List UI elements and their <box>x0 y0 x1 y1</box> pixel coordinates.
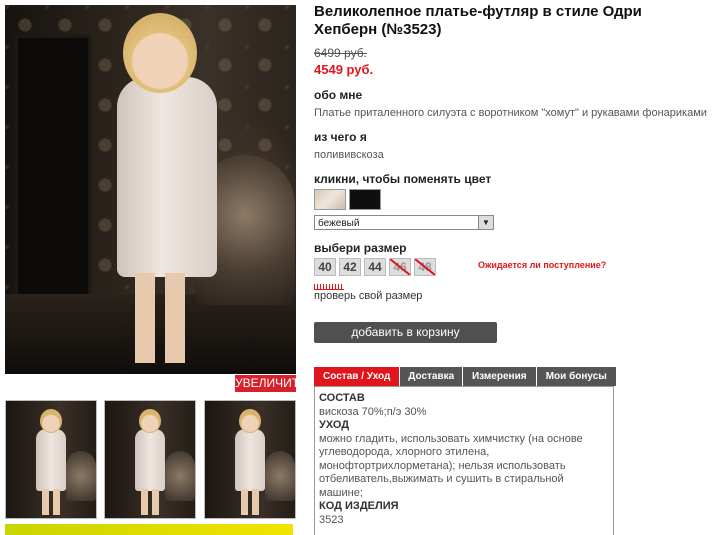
size-heading: выбери размер <box>314 241 407 255</box>
add-to-cart-button[interactable]: добавить в корзину <box>314 322 497 343</box>
tab-measurements[interactable]: Измерения <box>463 367 537 386</box>
color-select-value: бежевый <box>318 218 360 229</box>
about-heading: обо мне <box>314 88 363 102</box>
tab-composition-care[interactable]: Состав / Уход <box>314 367 401 386</box>
photo-model-head <box>123 13 197 93</box>
thumbnail-chair <box>165 451 195 501</box>
info-tabs: Состав / Уход Доставка Измерения Мои бон… <box>314 367 616 386</box>
size-option-42[interactable]: 42 <box>339 258 361 276</box>
care-text: можно гладить, использовать химчистку (н… <box>319 432 583 499</box>
thumbnail-chair <box>265 451 295 501</box>
main-product-photo[interactable] <box>5 5 296 374</box>
care-heading: УХОД <box>319 419 350 431</box>
thumbnail-legs <box>241 489 259 515</box>
thumbnail-legs <box>42 489 60 515</box>
size-option-40[interactable]: 40 <box>314 258 336 276</box>
thumbnail-1[interactable] <box>5 400 97 519</box>
color-swatch-black[interactable] <box>349 189 381 210</box>
thumbnail-chair <box>66 451 96 501</box>
new-price: 4549 руб. <box>314 62 374 77</box>
thumbnail-head <box>239 409 261 433</box>
tab-bonuses[interactable]: Мои бонусы <box>536 367 616 386</box>
chevron-down-icon[interactable]: ▼ <box>478 216 493 229</box>
size-option-46[interactable]: 46 <box>389 258 411 276</box>
product-code-heading: КОД ИЗДЕЛИЯ <box>319 500 399 512</box>
thumbnail-head <box>139 409 161 433</box>
photo-model-legs <box>135 273 185 363</box>
material-heading: из чего я <box>314 130 367 144</box>
thumbnail-dress <box>36 429 66 491</box>
photo-model-dress <box>117 77 217 277</box>
zoom-button[interactable]: УВЕЛИЧИТЬ <box>235 375 307 392</box>
about-text: Платье приталенного силуэта с воротником… <box>314 107 707 119</box>
restock-inquiry-link[interactable]: Ожидается ли поступление? <box>478 260 606 270</box>
thumbnail-legs <box>141 489 159 515</box>
product-title: Великолепное платье-футляр в стиле Одри … <box>314 3 642 38</box>
composition-heading: СОСТАВ <box>319 392 365 404</box>
color-swatch-beige[interactable] <box>314 189 346 210</box>
material-text: полививскоза <box>314 149 384 161</box>
tab-panel-composition: СОСТАВ вискоза 70%;п/э 30% УХОД можно гл… <box>314 386 614 535</box>
size-guide-link[interactable]: проверь свой размер <box>314 290 422 302</box>
tab-delivery[interactable]: Доставка <box>400 367 464 386</box>
product-code: 3523 <box>319 513 344 526</box>
thumbnail-2[interactable] <box>104 400 196 519</box>
old-price: 6499 руб. <box>314 46 367 60</box>
thumbnail-dress <box>135 429 165 491</box>
color-select[interactable]: бежевый ▼ <box>314 215 494 230</box>
thumbnail-3[interactable] <box>204 400 296 519</box>
thumbnail-dress <box>235 429 265 491</box>
size-option-48[interactable]: 48 <box>414 258 436 276</box>
composition-text: вискоза 70%;п/э 30% <box>319 405 427 418</box>
photo-door <box>15 35 91 311</box>
size-option-44[interactable]: 44 <box>364 258 386 276</box>
color-heading: кликни, чтобы поменять цвет <box>314 172 492 186</box>
thumbnail-head <box>40 409 62 433</box>
promo-banner-strip[interactable] <box>5 524 293 535</box>
